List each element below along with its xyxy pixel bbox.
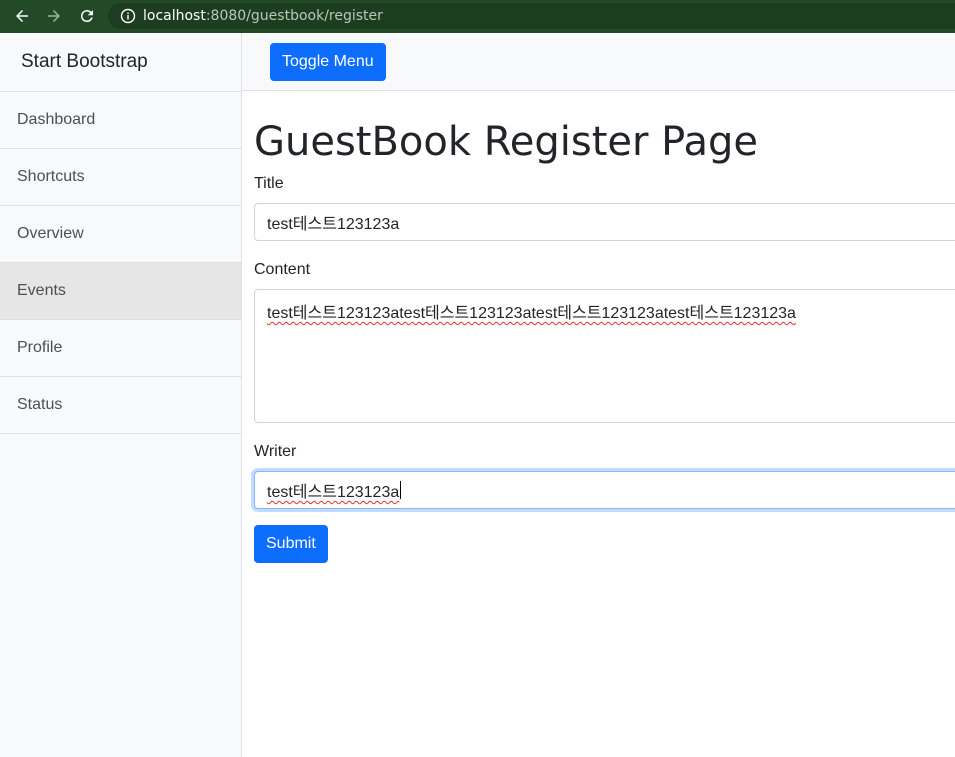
address-bar[interactable]: localhost:8080/guestbook/register <box>108 3 955 29</box>
top-navbar: Toggle Menu <box>242 33 955 91</box>
content-textarea[interactable]: test테스트123123atest테스트123123atest테스트12312… <box>254 289 955 423</box>
submit-button[interactable]: Submit <box>254 525 328 563</box>
back-icon[interactable] <box>10 4 34 28</box>
sidebar-item-events[interactable]: Events <box>0 263 241 320</box>
info-icon[interactable] <box>120 8 136 24</box>
writer-label: Writer <box>254 443 297 460</box>
sidebar: Start Bootstrap Dashboard Shortcuts Over… <box>0 33 242 757</box>
sidebar-item-dashboard[interactable]: Dashboard <box>0 92 241 149</box>
content-textarea-value: test테스트123123atest테스트123123atest테스트12312… <box>267 305 796 322</box>
sidebar-heading: Start Bootstrap <box>0 33 241 92</box>
url-text: localhost:8080/guestbook/register <box>143 8 383 24</box>
url-path: :8080/guestbook/register <box>205 8 383 24</box>
browser-toolbar: localhost:8080/guestbook/register <box>0 0 955 33</box>
title-label: Title <box>254 175 284 192</box>
content-label: Content <box>254 261 311 278</box>
writer-input[interactable]: test테스트123123a <box>254 471 955 509</box>
sidebar-item-profile[interactable]: Profile <box>0 320 241 377</box>
writer-input-value: test테스트123123a <box>267 484 400 501</box>
reload-icon[interactable] <box>75 4 99 28</box>
sidebar-item-shortcuts[interactable]: Shortcuts <box>0 149 241 206</box>
title-input[interactable]: test테스트123123a <box>254 203 955 241</box>
sidebar-item-overview[interactable]: Overview <box>0 206 241 263</box>
text-caret <box>400 481 402 499</box>
sidebar-item-status[interactable]: Status <box>0 377 241 434</box>
toggle-menu-button[interactable]: Toggle Menu <box>270 43 386 81</box>
page-title: GuestBook Register Page <box>254 119 758 165</box>
title-input-value: test테스트123123a <box>267 216 400 233</box>
forward-icon[interactable] <box>42 4 66 28</box>
url-host: localhost <box>143 8 206 24</box>
